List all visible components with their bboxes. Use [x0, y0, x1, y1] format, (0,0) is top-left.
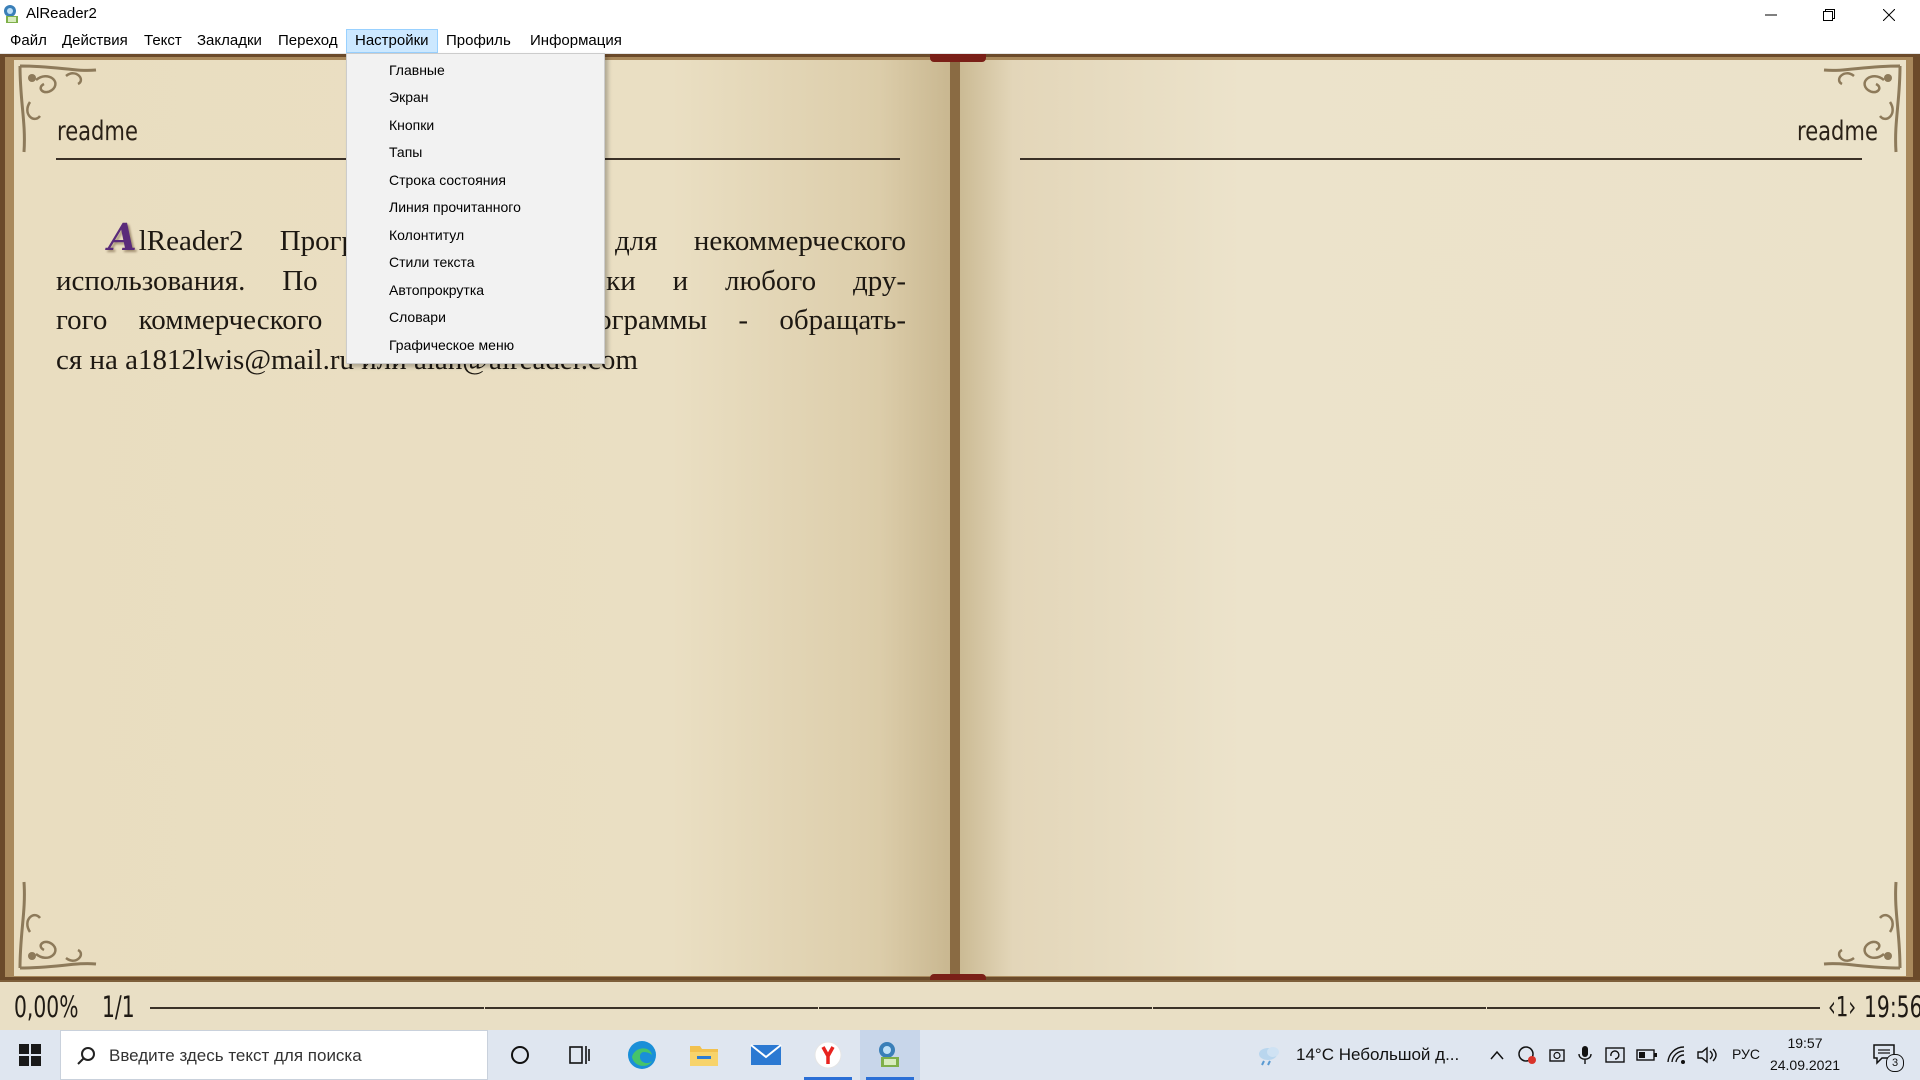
- network-button[interactable]: [1666, 1044, 1688, 1066]
- menu-file[interactable]: Файл: [2, 29, 55, 53]
- menu-settings[interactable]: Настройки: [346, 29, 438, 53]
- book-spine: [950, 54, 960, 980]
- folder-icon: [690, 1046, 718, 1066]
- menu-actions[interactable]: Действия: [54, 29, 136, 53]
- alreader-taskbar-button[interactable]: [860, 1030, 920, 1080]
- minimize-icon: [1765, 14, 1777, 15]
- taskbar-search-box[interactable]: Введите здесь текст для поиска: [60, 1030, 488, 1080]
- reader-status-bar: 0,00% 1/1 ‹1› 19:56: [0, 980, 1920, 1030]
- input-language[interactable]: РУС: [1732, 1046, 1760, 1062]
- settings-main-item[interactable]: Главные: [389, 57, 445, 84]
- menu-bar: Файл Действия Текст Закладки Переход Нас…: [0, 29, 1920, 54]
- chapter-nav[interactable]: ‹1›: [1828, 990, 1856, 1023]
- progress-line[interactable]: [150, 1007, 1820, 1009]
- corner-ornament-icon: [1823, 881, 1902, 970]
- update-icon: [1605, 1047, 1625, 1063]
- settings-header-item[interactable]: Колонтитул: [389, 222, 464, 249]
- tray-camera-button[interactable]: [1546, 1044, 1568, 1066]
- alreader-app-icon: [4, 5, 18, 23]
- settings-text-styles-item[interactable]: Стили текста: [389, 249, 475, 276]
- tray-update-button[interactable]: [1604, 1044, 1626, 1066]
- mail-icon: [750, 1044, 782, 1065]
- weather-text[interactable]: 14°C Небольшой д...: [1296, 1045, 1459, 1065]
- menu-bookmarks[interactable]: Закладки: [189, 29, 270, 53]
- weather-button[interactable]: [1256, 1044, 1282, 1066]
- speaker-icon: [1697, 1046, 1717, 1064]
- volume-button[interactable]: [1696, 1044, 1718, 1066]
- menu-info[interactable]: Информация: [522, 29, 630, 53]
- explorer-taskbar-button[interactable]: [674, 1030, 734, 1080]
- read-percent: 0,00%: [14, 990, 79, 1024]
- settings-statusbar-item[interactable]: Строка состояния: [389, 167, 506, 194]
- settings-screen-item[interactable]: Экран: [389, 84, 429, 111]
- menu-profile[interactable]: Профиль: [438, 29, 519, 53]
- menu-go[interactable]: Переход: [270, 29, 346, 53]
- cloud-rain-icon: [1259, 1047, 1279, 1066]
- close-icon: [1883, 8, 1895, 21]
- blocked-app-icon: [1518, 1046, 1536, 1064]
- notification-badge: 3: [1886, 1054, 1904, 1072]
- show-hidden-icons-button[interactable]: [1486, 1044, 1508, 1066]
- windows-taskbar: Введите здесь текст для поиска 14°C Небо…: [0, 1030, 1920, 1080]
- edge-browser-icon: [628, 1041, 656, 1069]
- settings-buttons-item[interactable]: Кнопки: [389, 112, 434, 139]
- drop-cap: A: [108, 215, 137, 259]
- settings-readline-item[interactable]: Линия прочитанного: [389, 194, 521, 221]
- page-counter: 1/1: [102, 990, 135, 1024]
- cortana-circle-icon: [511, 1046, 529, 1064]
- battery-button[interactable]: [1636, 1044, 1658, 1066]
- settings-dictionaries-item[interactable]: Словари: [389, 304, 446, 331]
- progress-tick: [818, 1003, 819, 1013]
- settings-autoscroll-item[interactable]: Автопрокрутка: [389, 277, 484, 304]
- page-header-left: readme: [57, 116, 138, 147]
- alreader-app-icon: [879, 1042, 899, 1067]
- settings-graphic-menu-item[interactable]: Графическое меню: [389, 332, 514, 359]
- microphone-icon: [1578, 1046, 1592, 1064]
- action-center-button[interactable]: 3: [1868, 1044, 1904, 1072]
- edge-taskbar-button[interactable]: [612, 1030, 672, 1080]
- restore-icon: [1823, 8, 1835, 21]
- window-title: AlReader2: [26, 5, 97, 22]
- start-button[interactable]: [0, 1030, 60, 1080]
- right-page[interactable]: [956, 60, 1906, 976]
- header-rule-right: [1020, 158, 1862, 160]
- status-clock: 19:56: [1864, 990, 1920, 1024]
- page-header-right: readme: [1797, 116, 1878, 147]
- camera-icon: [1549, 1049, 1565, 1062]
- search-icon: [77, 1047, 95, 1065]
- task-view-button[interactable]: [550, 1030, 610, 1080]
- tray-app-button[interactable]: [1516, 1044, 1538, 1066]
- minimize-button[interactable]: [1742, 0, 1800, 29]
- restore-button[interactable]: [1800, 0, 1858, 29]
- spine-ribbon-top: [930, 54, 986, 62]
- wifi-icon: [1667, 1046, 1685, 1064]
- settings-taps-item[interactable]: Тапы: [389, 139, 422, 166]
- battery-icon: [1636, 1049, 1657, 1061]
- settings-dropdown-menu: Главные Экран Кнопки Тапы Строка состоян…: [346, 53, 605, 364]
- search-placeholder: Введите здесь текст для поиска: [109, 1046, 362, 1065]
- tray-time[interactable]: 19:57: [1770, 1035, 1840, 1051]
- corner-ornament-icon: [18, 881, 97, 970]
- menu-text[interactable]: Текст: [136, 29, 190, 53]
- close-button[interactable]: [1858, 0, 1920, 29]
- mail-taskbar-button[interactable]: [736, 1030, 796, 1080]
- progress-tick: [1486, 1003, 1487, 1013]
- yandex-browser-icon: [814, 1041, 842, 1069]
- windows-logo-icon: [19, 1044, 41, 1066]
- tray-microphone-button[interactable]: [1574, 1044, 1596, 1066]
- task-view-icon: [569, 1046, 590, 1064]
- title-bar: AlReader2: [0, 0, 1920, 29]
- tray-date[interactable]: 24.09.2021: [1762, 1057, 1848, 1073]
- yandex-browser-button[interactable]: [798, 1030, 858, 1080]
- chevron-up-icon: [1490, 1050, 1504, 1060]
- progress-tick: [484, 1003, 485, 1013]
- progress-tick: [1152, 1003, 1153, 1013]
- cortana-button[interactable]: [490, 1030, 550, 1080]
